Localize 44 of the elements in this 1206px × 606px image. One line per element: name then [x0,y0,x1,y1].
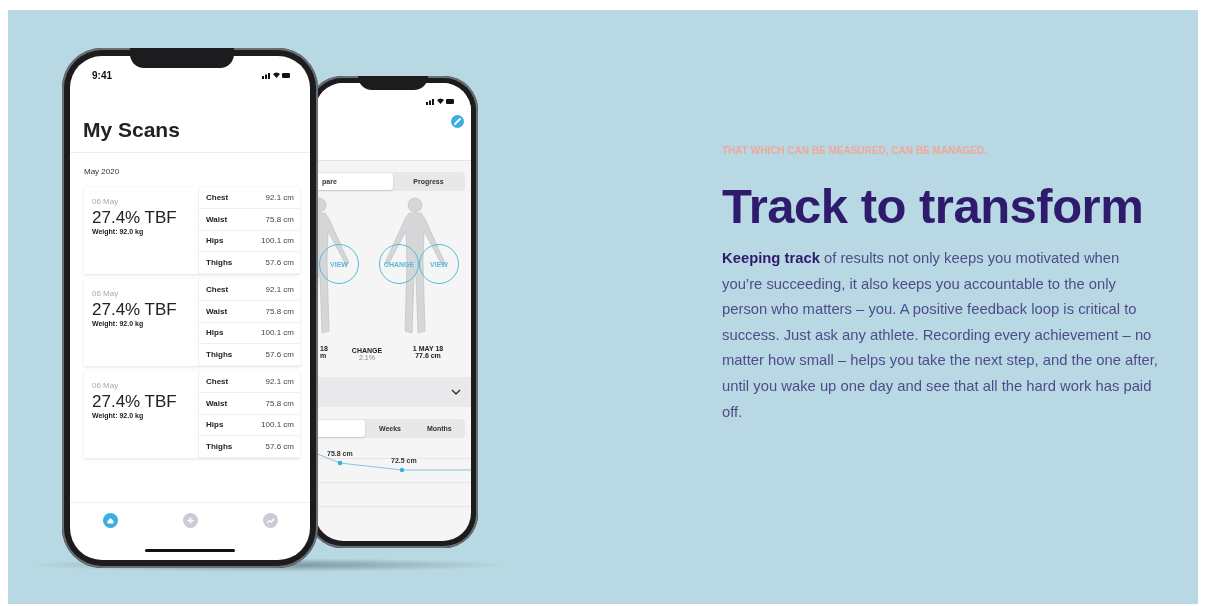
screen-title: My Scans [83,118,180,142]
chevron-down-icon [451,388,461,396]
section-heading: Track to transform [722,178,1144,234]
home-icon[interactable] [102,513,118,528]
scan-date: 06 May [92,197,119,206]
measurement-name: Chest [206,284,229,294]
body-fat-value: 27.4% TBF [92,300,177,320]
signal-wifi-battery-icon [426,97,454,105]
measurement-value: 100.1 cm [261,328,294,338]
measurement-name: Hips [206,420,224,430]
collapsible-row[interactable] [315,377,471,407]
measurement-name: Hips [206,328,224,338]
body-fat-value: 27.4% TBF [92,392,177,412]
measurement-value: 75.8 cm [265,214,294,224]
measurement-value: 57.6 cm [265,442,294,452]
measurement-value: 100.1 cm [261,420,294,430]
measurement-name: Thighs [206,350,233,360]
measurement-value: 75.8 cm [265,306,294,316]
measurement-value: 92.1 cm [265,376,294,386]
measurement-value: 57.6 cm [265,258,294,268]
measurement-name: Hips [206,236,224,246]
measurement-value: 57.6 cm [265,350,294,360]
measurement-name: Thighs [206,442,233,452]
measurement-value: 92.1 cm [265,192,294,202]
measurement-value: 75.8 cm [265,398,294,408]
measurement-value: 100.1 cm [261,236,294,246]
measurement-name: Thighs [206,258,233,268]
trend-icon[interactable] [262,513,278,528]
status-time: 9:41 [92,69,112,81]
eyebrow-text: THAT WHICH CAN BE MEASURED, CAN BE MANAGED. [722,145,987,156]
scan-date: 06 May [92,381,119,390]
measurement-value: 92.1 cm [265,284,294,294]
scan-date: 06 May [92,289,119,298]
section-label: May 2020 [84,167,120,176]
measurement-name: Waist [206,214,228,224]
body-fat-value: 27.4% TBF [92,208,177,228]
measurement-name: Waist [206,398,228,408]
body-paragraph: Keeping track of results not only keeps you motivated when you’re succeeding, it also keeps you accountable to the only person who matters – you. A positive feedback loop is critical to success. Just ask any athlete. Recording every achievement – no matter how small – helps you take the next step, and the one after, until you wake up one day and see that all the hard work has paid off. [722,249,1159,422]
measurement-name: Chest [206,376,229,386]
measurement-name: Chest [206,192,229,202]
plus-icon[interactable] [182,513,198,528]
signal-wifi-battery-icon [262,71,290,79]
measurement-name: Waist [206,306,228,316]
segment-tab[interactable] [316,420,366,437]
